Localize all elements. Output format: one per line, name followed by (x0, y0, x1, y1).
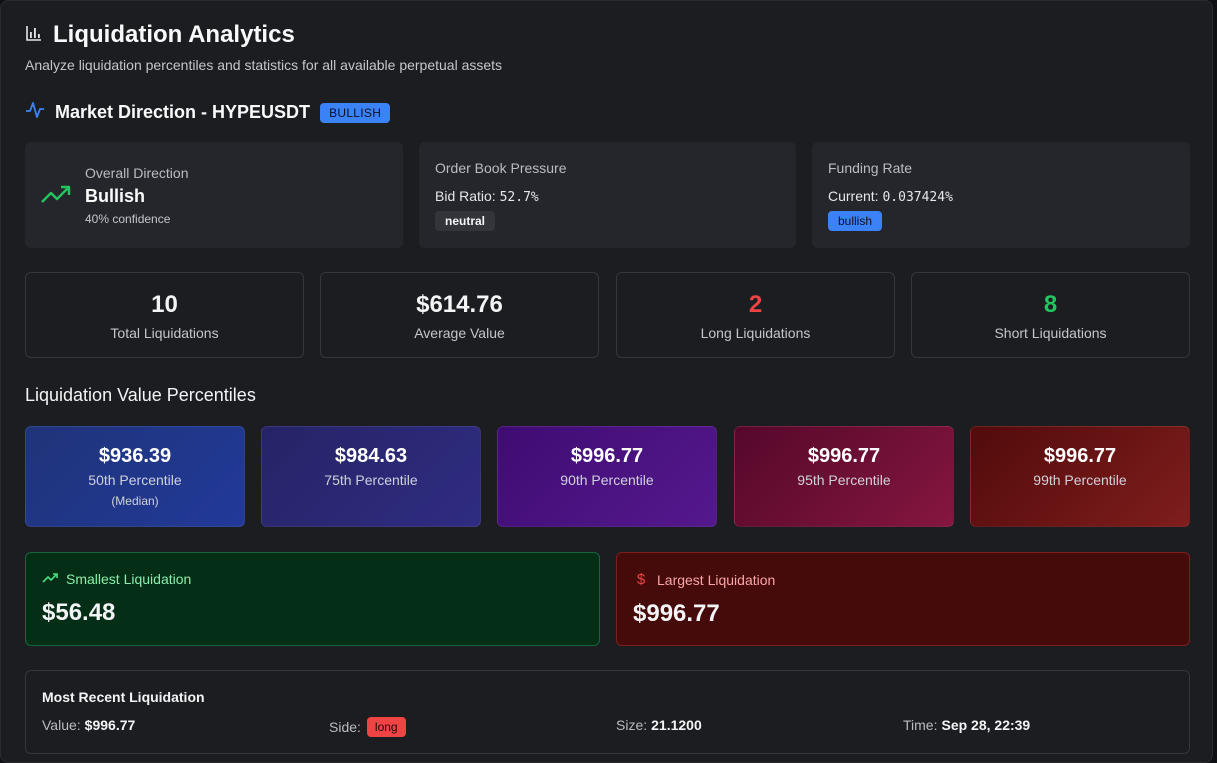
recent-size: 21.1200 (651, 717, 702, 733)
stat-average-value: $614.76 Average Value (320, 272, 599, 358)
page-title: Liquidation Analytics (53, 21, 295, 48)
overall-direction-card: Overall Direction Bullish 40% confidence (25, 142, 403, 248)
funding-current-row: Current: 0.037424% (828, 188, 1174, 205)
funding-current-value: 0.037424% (882, 190, 953, 205)
percentile-card-90: $996.77 90th Percentile (497, 426, 717, 527)
percentile-sublabel: (Median) (111, 494, 159, 508)
recent-side-badge: long (366, 717, 406, 737)
recent-size-cell: Size: 21.1200 (616, 717, 702, 733)
percentile-card-50: $936.39 50th Percentile (Median) (25, 426, 245, 527)
smallest-liquidation-value: $56.48 (42, 599, 116, 626)
percentiles-title: Liquidation Value Percentiles (25, 385, 256, 405)
funding-rate-card: Funding Rate Current: 0.037424% bullish (812, 142, 1190, 248)
percentile-card-99: $996.77 99th Percentile (970, 426, 1190, 527)
recent-time-cell: Time: Sep 28, 22:39 (903, 717, 1030, 733)
funding-rate-label: Funding Rate (828, 160, 913, 176)
recent-time: Sep 28, 22:39 (941, 717, 1031, 733)
largest-liquidation-value: $996.77 (633, 600, 720, 627)
percentile-label: 90th Percentile (560, 472, 654, 488)
percentile-value: $996.77 (570, 445, 644, 467)
stat-value: 8 (1043, 291, 1058, 318)
bid-ratio-value: 52.7% (499, 190, 539, 205)
bar-chart-icon (25, 24, 43, 47)
stat-label: Average Value (414, 325, 505, 341)
stat-long-liquidations: 2 Long Liquidations (616, 272, 895, 358)
percentile-label: 50th Percentile (88, 472, 182, 488)
header: Liquidation Analytics Analyze liquidatio… (25, 21, 502, 73)
order-book-card: Order Book Pressure Bid Ratio: 52.7% neu… (419, 142, 796, 248)
stat-label: Long Liquidations (700, 325, 811, 341)
recent-value-label: Value: (42, 717, 81, 733)
trending-up-icon (41, 184, 73, 211)
page-subtitle: Analyze liquidation percentiles and stat… (25, 57, 503, 73)
liquidation-analytics-panel: Liquidation Analytics Analyze liquidatio… (0, 0, 1213, 763)
overall-direction-value: Bullish (85, 186, 146, 206)
percentile-value: $936.39 (98, 445, 172, 467)
recent-side-label: Side: (329, 719, 361, 735)
bid-ratio-label: Bid Ratio: (435, 188, 496, 204)
confidence-text: 40% confidence (85, 212, 171, 226)
percentile-value: $996.77 (807, 445, 881, 467)
stat-total-liquidations: 10 Total Liquidations (25, 272, 304, 358)
percentile-label: 75th Percentile (324, 472, 418, 488)
smallest-liquidation-card: Smallest Liquidation $56.48 (25, 552, 600, 646)
percentile-label: 99th Percentile (1033, 472, 1127, 488)
market-direction-title: Market Direction - HYPEUSDT (55, 102, 311, 122)
stat-value: 2 (748, 291, 763, 318)
stat-label: Short Liquidations (994, 325, 1107, 341)
stat-short-liquidations: 8 Short Liquidations (911, 272, 1190, 358)
percentile-card-75: $984.63 75th Percentile (261, 426, 481, 527)
market-direction-header: Market Direction - HYPEUSDT BULLISH (25, 100, 391, 125)
funding-tag: bullish (828, 211, 883, 231)
stat-label: Total Liquidations (110, 325, 219, 341)
smallest-liquidation-label: Smallest Liquidation (66, 571, 192, 587)
order-book-tag: neutral (435, 211, 496, 231)
most-recent-title: Most Recent Liquidation (42, 689, 205, 705)
recent-time-label: Time: (903, 717, 938, 733)
recent-size-label: Size: (616, 717, 648, 733)
largest-liquidation-label: Largest Liquidation (657, 571, 776, 588)
percentile-card-95: $996.77 95th Percentile (734, 426, 954, 527)
recent-value: $996.77 (84, 717, 136, 733)
bid-ratio-row: Bid Ratio: 52.7% (435, 188, 780, 205)
percentile-value: $996.77 (1043, 445, 1117, 467)
dollar-icon: $ (636, 571, 646, 588)
percentile-value: $984.63 (334, 445, 408, 467)
order-book-label: Order Book Pressure (435, 160, 567, 176)
overall-direction-label: Overall Direction (85, 165, 189, 181)
most-recent-liquidation-card: Most Recent Liquidation Value: $996.77 S… (25, 670, 1190, 754)
trending-up-icon (42, 571, 58, 587)
largest-liquidation-card: $ Largest Liquidation $996.77 (616, 552, 1190, 646)
stat-value: 10 (151, 291, 178, 318)
funding-current-label: Current: (828, 188, 879, 204)
activity-icon (25, 100, 45, 125)
recent-side-cell: Side: long (329, 717, 406, 737)
percentile-label: 95th Percentile (797, 472, 891, 488)
stat-value: $614.76 (416, 291, 503, 318)
recent-value-cell: Value: $996.77 (42, 717, 135, 733)
direction-badge: BULLISH (320, 102, 391, 123)
